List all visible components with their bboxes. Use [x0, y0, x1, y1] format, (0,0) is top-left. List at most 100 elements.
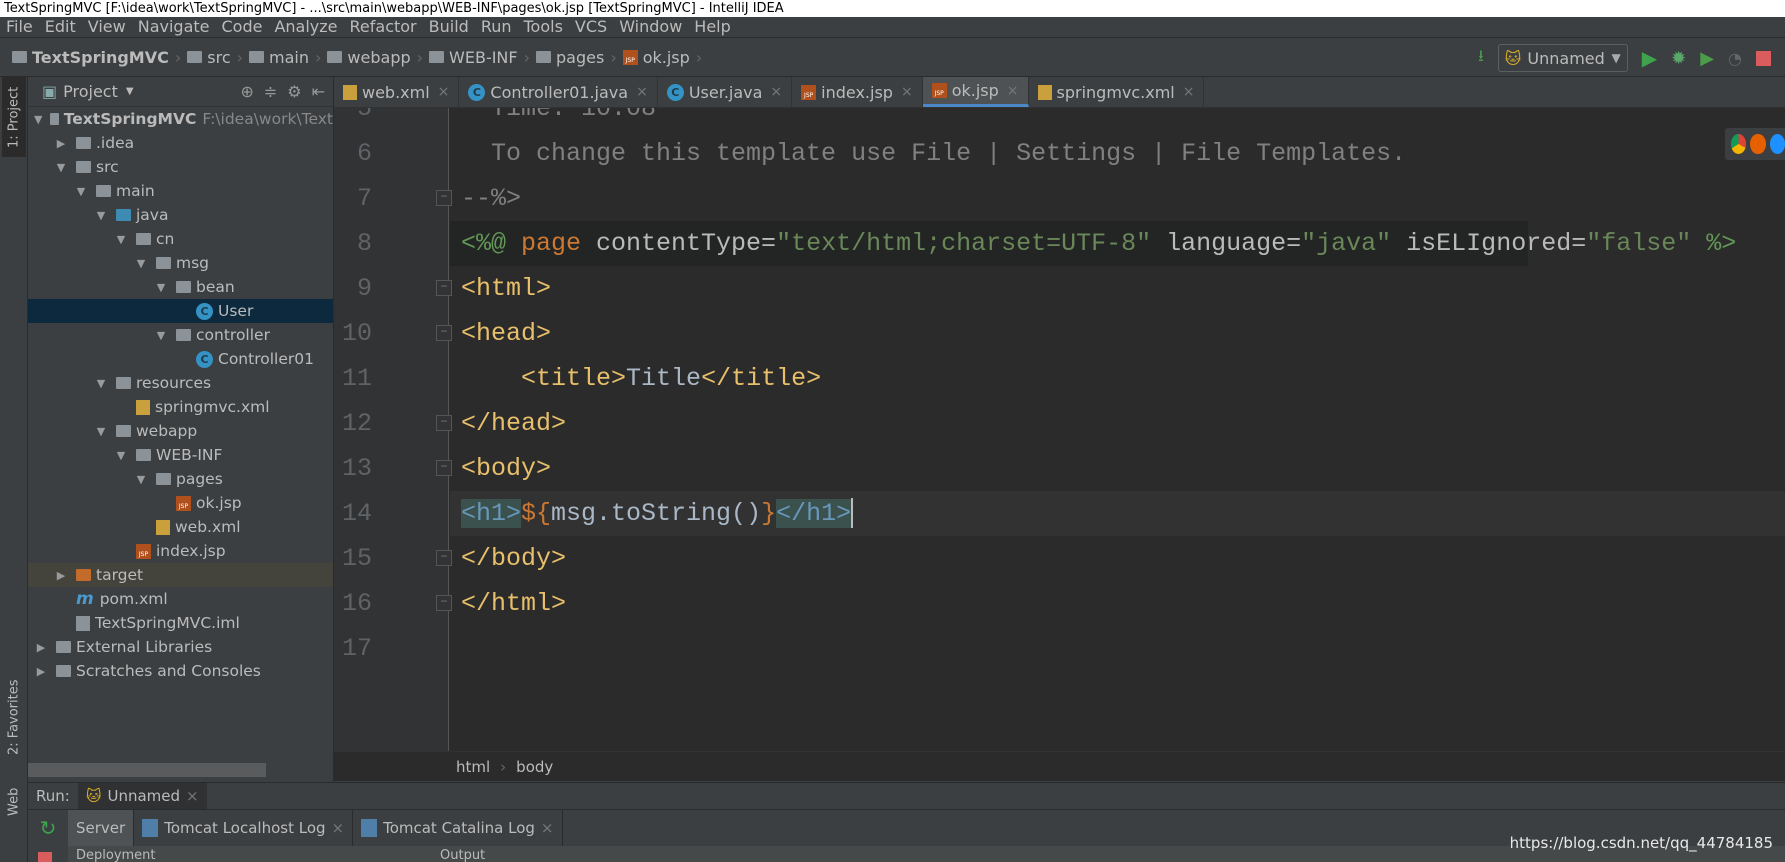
tab-ok-jsp[interactable]: JSP ok.jsp ×	[922, 77, 1029, 107]
tab-springmvc-xml[interactable]: springmvc.xml ×	[1029, 77, 1205, 107]
menu-edit[interactable]: Edit	[45, 17, 76, 37]
fold-marker-icon[interactable]: −	[436, 325, 452, 341]
profile-icon[interactable]: ◔	[1728, 49, 1742, 68]
tree-item-index-jsp[interactable]: JSP index.jsp	[28, 539, 333, 563]
nav-crumb[interactable]: webapp ›	[327, 48, 423, 67]
stop-icon[interactable]	[1756, 50, 1771, 66]
tree-item-scratches-and-consoles[interactable]: ▶ Scratches and Consoles	[28, 659, 333, 683]
tree-item-user[interactable]: C User	[28, 299, 333, 323]
tab-index-jsp[interactable]: JSP index.jsp ×	[792, 77, 923, 107]
tree-item-pages[interactable]: ▼ pages	[28, 467, 333, 491]
fold-marker-icon[interactable]: −	[436, 595, 452, 611]
expanded-arrow-icon[interactable]: ▼	[114, 233, 128, 246]
tree-item-resources[interactable]: ▼ resources	[28, 371, 333, 395]
tree-item-web-xml[interactable]: web.xml	[28, 515, 333, 539]
tree-item-bean[interactable]: ▼ bean	[28, 275, 333, 299]
rerun-icon[interactable]: ↻	[28, 816, 68, 840]
nav-crumb[interactable]: TextSpringMVC ›	[12, 48, 181, 67]
stop-icon[interactable]	[38, 852, 52, 862]
nav-crumb[interactable]: main ›	[249, 48, 321, 67]
menu-build[interactable]: Build	[429, 17, 469, 37]
fold-marker-icon[interactable]: −	[436, 415, 452, 431]
project-horizontal-scrollbar[interactable]	[28, 763, 266, 777]
code-editor[interactable]: 5 Time: 10:08 6 To change this template u…	[334, 108, 1785, 751]
tree-item-java[interactable]: ▼ java	[28, 203, 333, 227]
debug-icon[interactable]: ✹	[1671, 48, 1686, 69]
expanded-arrow-icon[interactable]: ▼	[94, 377, 108, 390]
collapsed-arrow-icon[interactable]: ▶	[34, 665, 48, 678]
tree-item-textspringmvc-iml[interactable]: TextSpringMVC.iml	[28, 611, 333, 635]
expanded-arrow-icon[interactable]: ▼	[34, 113, 42, 126]
firefox-icon[interactable]	[1750, 134, 1766, 154]
fold-marker-icon[interactable]: −	[436, 460, 452, 476]
locate-icon[interactable]: ⊕	[240, 82, 253, 101]
tree-item-controller[interactable]: ▼ controller	[28, 323, 333, 347]
expanded-arrow-icon[interactable]: ▼	[54, 161, 68, 174]
tree-item-pom-xml[interactable]: m pom.xml	[28, 587, 333, 611]
collapsed-arrow-icon[interactable]: ▶	[54, 137, 68, 150]
fold-marker-icon[interactable]: −	[436, 190, 452, 206]
close-icon[interactable]: ×	[332, 819, 345, 837]
hide-panel-icon[interactable]: ⇤	[312, 82, 325, 101]
close-icon[interactable]: ×	[541, 819, 554, 837]
expanded-arrow-icon[interactable]: ▼	[94, 425, 108, 438]
menu-file[interactable]: File	[6, 17, 33, 37]
tree-item-cn[interactable]: ▼ cn	[28, 227, 333, 251]
tab-controller01-java[interactable]: C Controller01.java ×	[459, 77, 658, 107]
tab-tomcat-catalina-log[interactable]: Tomcat Catalina Log ×	[353, 809, 563, 846]
menu-run[interactable]: Run	[481, 17, 512, 37]
safari-icon[interactable]	[1769, 134, 1785, 154]
collapse-all-icon[interactable]: ≑	[264, 82, 277, 101]
favorites-tool-tab[interactable]: 2: Favorites	[2, 667, 26, 767]
expanded-arrow-icon[interactable]: ▼	[154, 329, 168, 342]
tree-item-textspringmvc[interactable]: ▼ TextSpringMVC F:\idea\work\Text	[28, 107, 333, 131]
nav-crumb[interactable]: src ›	[187, 48, 243, 67]
expanded-arrow-icon[interactable]: ▼	[114, 449, 128, 462]
nav-crumb[interactable]: JSP ok.jsp ›	[622, 48, 702, 67]
close-icon[interactable]: ×	[1007, 83, 1019, 99]
tree-item-src[interactable]: ▼ src	[28, 155, 333, 179]
crumb-html[interactable]: html	[456, 758, 490, 776]
tab-user-java[interactable]: C User.java ×	[658, 77, 793, 107]
run-tab-unnamed[interactable]: 🐱 Unnamed ×	[77, 782, 207, 810]
menu-code[interactable]: Code	[222, 17, 263, 37]
menu-view[interactable]: View	[88, 17, 126, 37]
menu-help[interactable]: Help	[694, 17, 730, 37]
web-tool-tab[interactable]: Web	[2, 772, 26, 832]
tab-tomcat-localhost-log[interactable]: Tomcat Localhost Log ×	[134, 809, 354, 846]
coverage-icon[interactable]: ▶	[1700, 48, 1714, 69]
chevron-down-icon[interactable]: ▼	[126, 86, 134, 97]
expanded-arrow-icon[interactable]: ▼	[154, 281, 168, 294]
tab-server[interactable]: Server	[68, 809, 135, 846]
project-view-select[interactable]: Project	[63, 82, 118, 101]
fold-marker-icon[interactable]: −	[436, 280, 452, 296]
menu-window[interactable]: Window	[619, 17, 682, 37]
close-icon[interactable]: ×	[1183, 84, 1195, 100]
run-configuration-select[interactable]: 🐱 Unnamed ▼	[1497, 44, 1628, 72]
close-icon[interactable]: ×	[901, 84, 913, 100]
menu-refactor[interactable]: Refactor	[350, 17, 417, 37]
nav-crumb[interactable]: WEB-INF ›	[429, 48, 530, 67]
tree-item--idea[interactable]: ▶ .idea	[28, 131, 333, 155]
tree-item-main[interactable]: ▼ main	[28, 179, 333, 203]
menu-navigate[interactable]: Navigate	[138, 17, 210, 37]
run-icon[interactable]: ▶	[1642, 46, 1657, 70]
tree-item-springmvc-xml[interactable]: springmvc.xml	[28, 395, 333, 419]
collapsed-arrow-icon[interactable]: ▶	[54, 569, 68, 582]
close-icon[interactable]: ×	[770, 84, 782, 100]
crumb-body[interactable]: body	[516, 758, 553, 776]
build-icon[interactable]: ⭳	[1478, 45, 1484, 72]
chrome-icon[interactable]	[1731, 134, 1747, 154]
fold-marker-icon[interactable]: −	[436, 550, 452, 566]
tree-item-msg[interactable]: ▼ msg	[28, 251, 333, 275]
expanded-arrow-icon[interactable]: ▼	[134, 473, 148, 486]
project-tool-tab[interactable]: 1: Project	[2, 77, 26, 157]
tree-item-ok-jsp[interactable]: JSP ok.jsp	[28, 491, 333, 515]
expanded-arrow-icon[interactable]: ▼	[134, 257, 148, 270]
close-icon[interactable]: ×	[636, 84, 648, 100]
tree-item-controller01[interactable]: C Controller01	[28, 347, 333, 371]
menu-tools[interactable]: Tools	[524, 17, 563, 37]
close-icon[interactable]: ×	[186, 787, 199, 805]
expanded-arrow-icon[interactable]: ▼	[74, 185, 88, 198]
menu-analyze[interactable]: Analyze	[274, 17, 337, 37]
